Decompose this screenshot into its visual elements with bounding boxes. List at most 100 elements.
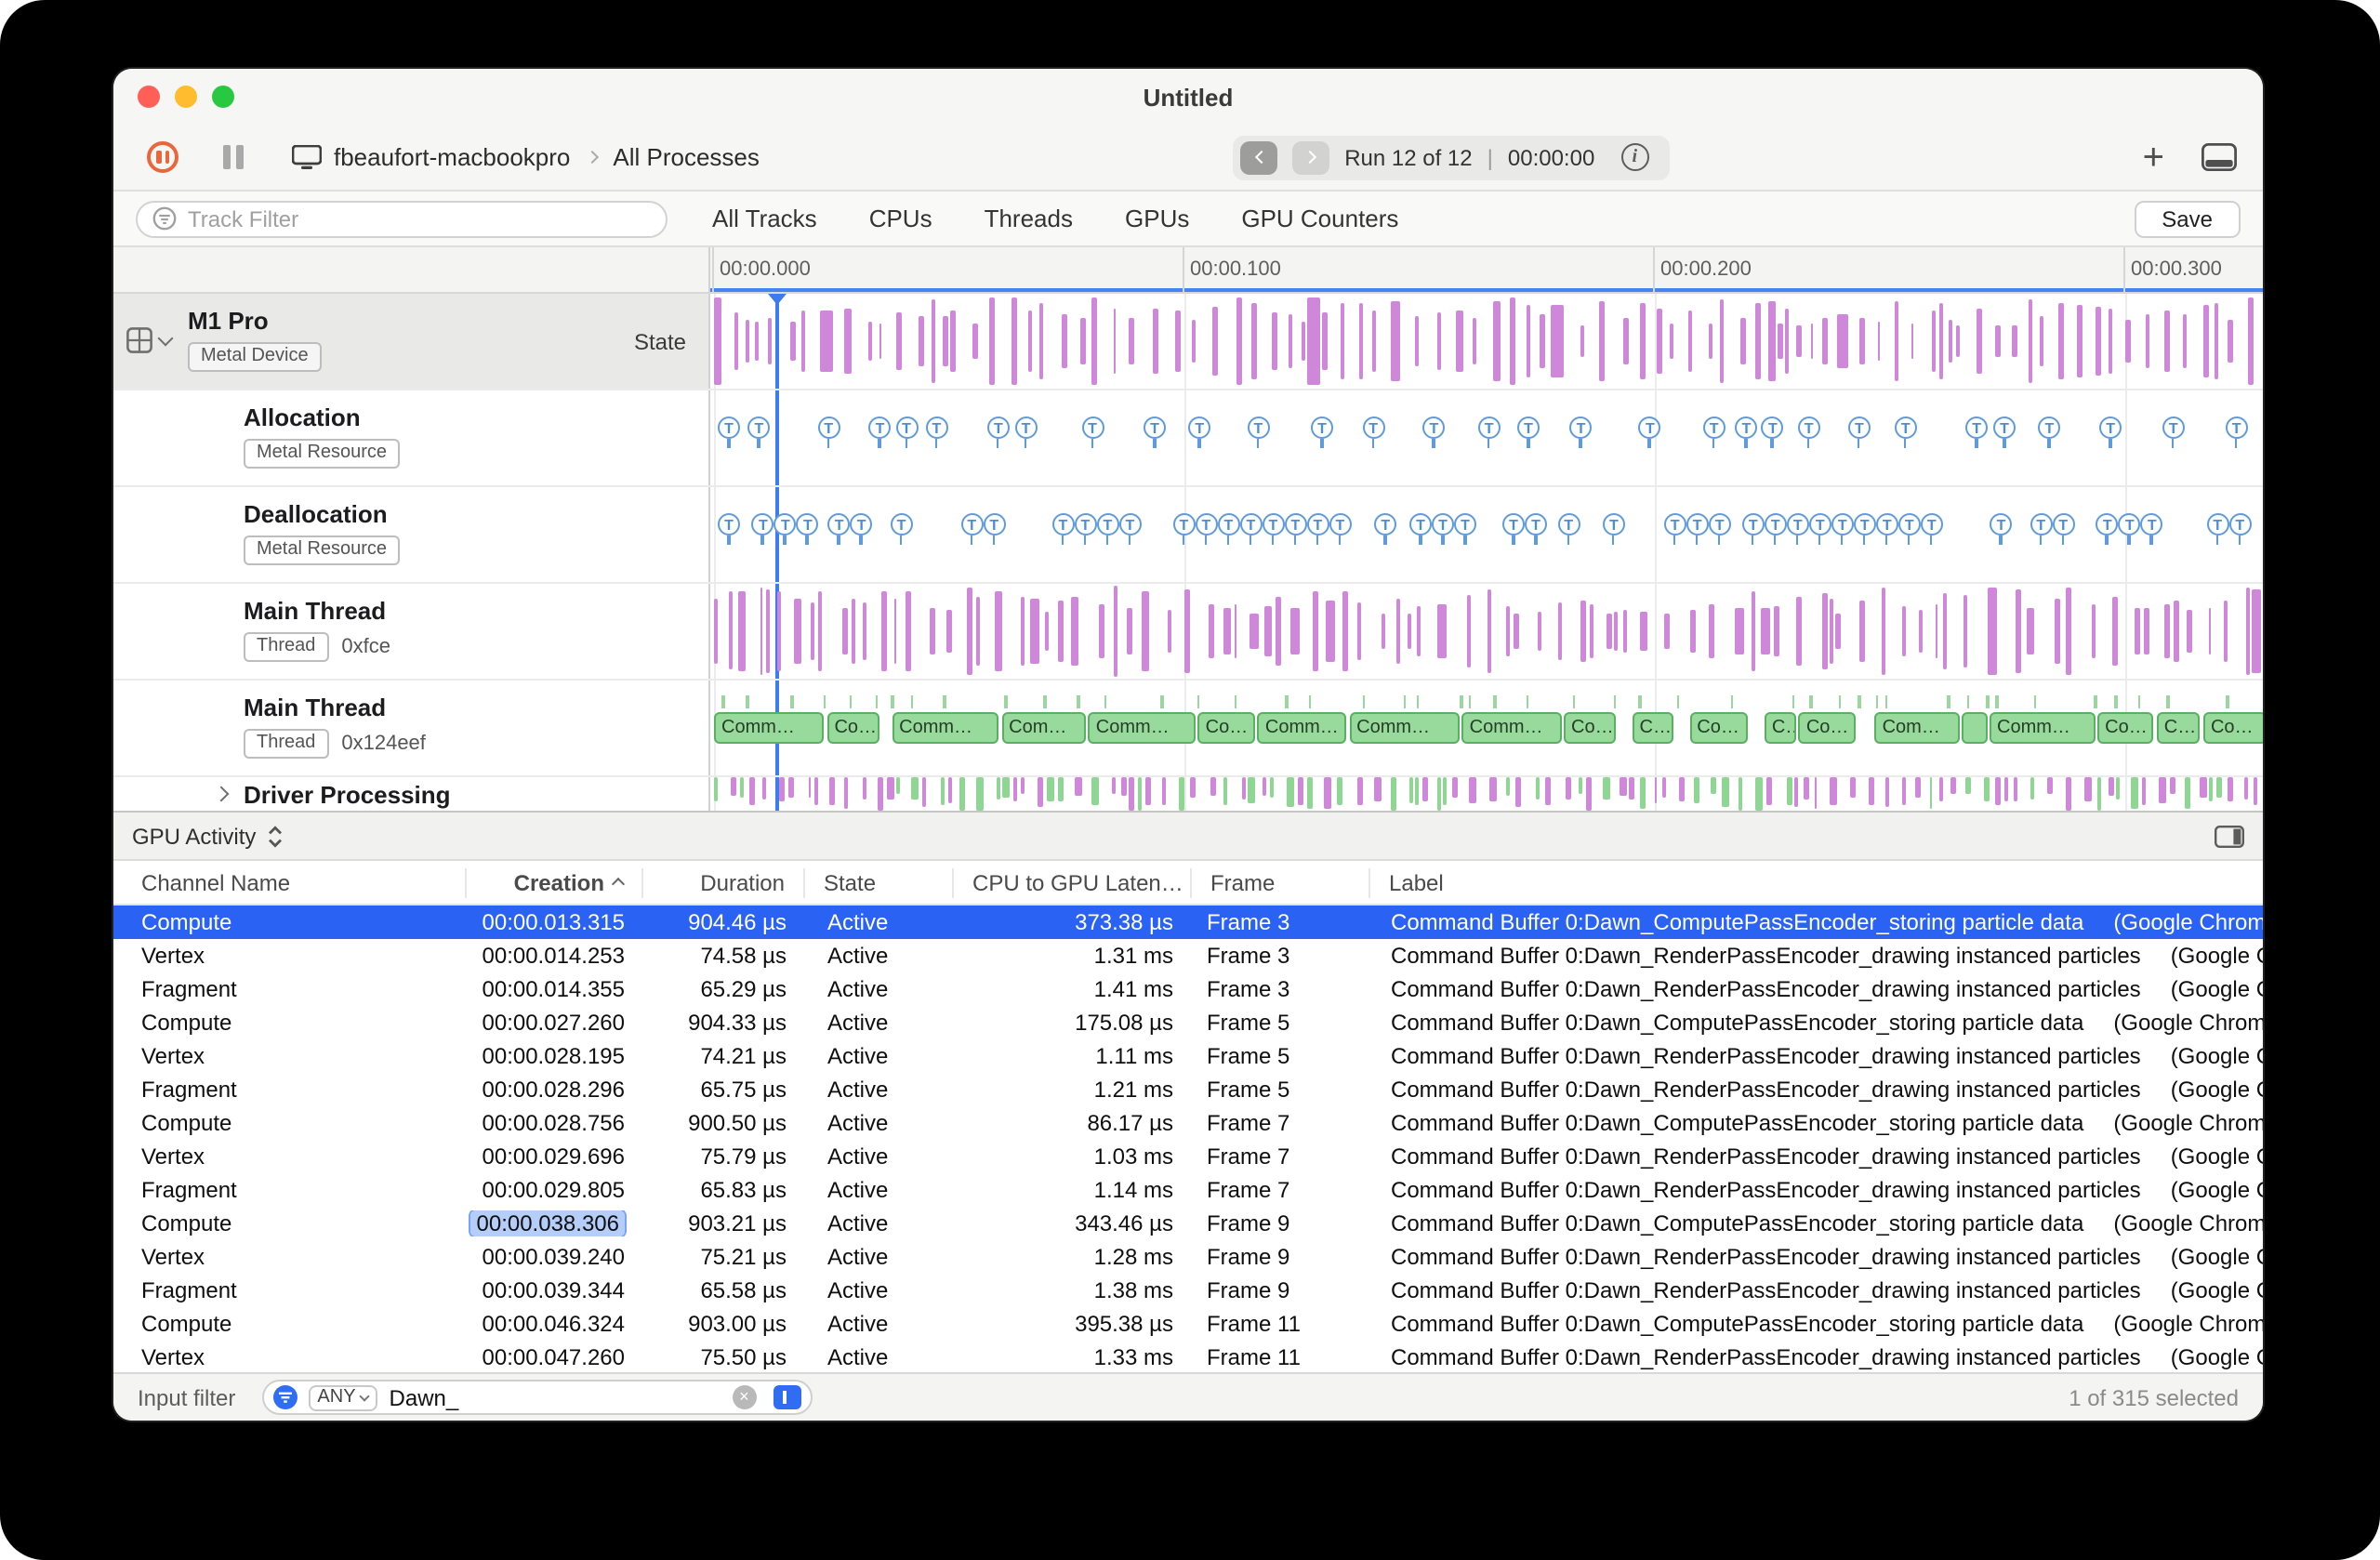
column-header-duration[interactable]: Duration [643, 867, 805, 897]
chevron-down-icon[interactable] [157, 330, 174, 347]
cell-channel-name: Vertex [141, 1244, 205, 1270]
track-canvas-m1-pro-state[interactable] [710, 294, 2263, 389]
t-marker: T [1557, 513, 1580, 545]
minimize-button[interactable] [175, 86, 197, 108]
table-row[interactable]: Fragment 00:00.029.805 65.83 µs Active 1… [113, 1173, 2263, 1207]
table-row[interactable]: Compute 00:00.046.324 903.00 µs Active 3… [113, 1307, 2263, 1341]
table-row[interactable]: Compute 00:00.027.260 904.33 µs Active 1… [113, 1006, 2263, 1039]
track-filter-input[interactable]: Track Filter [136, 200, 668, 237]
table-row[interactable]: Vertex 00:00.029.696 75.79 µs Active 1.0… [113, 1140, 2263, 1173]
event-bar [976, 777, 984, 811]
input-filter-field[interactable]: ANY Dawn_ × [261, 1380, 813, 1415]
event-bar [1286, 777, 1294, 808]
record-button[interactable] [147, 141, 178, 173]
column-header-frame[interactable]: Frame [1192, 867, 1370, 897]
event-bar [1153, 308, 1159, 375]
add-instrument-button[interactable]: + [2143, 139, 2164, 176]
chevron-right-icon[interactable] [213, 786, 230, 802]
event-bar [844, 777, 849, 810]
column-header-cpu-to-gpu-latency[interactable]: CPU to GPU Laten… [954, 867, 1192, 897]
tab-all-tracks[interactable]: All Tracks [712, 205, 817, 232]
cell-label: Command Buffer 0:Dawn_ComputePassEncoder… [1370, 1210, 2263, 1236]
green-tick [1468, 695, 1472, 708]
cell-frame: Frame 7 [1207, 1144, 1290, 1170]
event-bar [2066, 777, 2072, 811]
table-row[interactable]: Compute 00:00.038.306 903.21 µs Active 3… [113, 1207, 2263, 1240]
table-row[interactable]: Vertex 00:00.039.240 75.21 µs Active 1.2… [113, 1240, 2263, 1274]
event-bar [1711, 777, 1717, 795]
command-buffer-label: Command Buffer 0:Dawn_ComputePassEncoder… [1391, 909, 2084, 935]
event-bar [754, 321, 760, 362]
track-canvas-main-thread-0xfce[interactable] [710, 584, 2263, 679]
event-bar [1640, 611, 1648, 652]
interval-segment: C… [2156, 712, 2201, 744]
token-field-toggle[interactable] [773, 1385, 801, 1409]
event-bar [921, 777, 927, 807]
track-allocation[interactable]: Allocation Metal Resource TTTTTTTTTTTTTT… [113, 390, 2263, 487]
detail-view-selector[interactable]: GPU Activity [132, 823, 282, 849]
clear-filter-button[interactable]: × [732, 1385, 757, 1409]
tab-threads[interactable]: Threads [985, 205, 1073, 232]
right-pane-toggle-button[interactable] [2215, 825, 2244, 847]
table-row[interactable]: Fragment 00:00.028.296 65.75 µs Active 1… [113, 1073, 2263, 1106]
green-tick [1638, 695, 1642, 708]
table-row[interactable]: Compute 00:00.028.756 900.50 µs Active 8… [113, 1106, 2263, 1140]
track-driver-processing[interactable]: Driver Processing [113, 777, 2263, 811]
zoom-button[interactable] [212, 86, 234, 108]
column-header-state[interactable]: State [805, 867, 954, 897]
event-bar [1436, 311, 1441, 371]
track-canvas-allocation[interactable]: TTTTTTTTTTTTTTTTTTTTTTTTTTTTTTT [710, 390, 2263, 485]
event-bar [1264, 606, 1273, 656]
pause-button[interactable] [223, 145, 243, 169]
chevron-down-icon [359, 1390, 371, 1401]
column-header-label[interactable]: Label [1370, 867, 2263, 897]
event-bar [996, 777, 1000, 800]
track-canvas-deallocation[interactable]: TTTTTTTTTTTTTTTTTTTTTTTTTTTTTTTTTTTTTTTT… [710, 487, 2263, 582]
event-bar [1251, 302, 1257, 380]
close-button[interactable] [138, 86, 160, 108]
table-row[interactable]: Fragment 00:00.014.355 65.29 µs Active 1… [113, 972, 2263, 1006]
green-tick [1077, 695, 1080, 708]
active-filter-icon[interactable] [272, 1385, 298, 1409]
next-run-button[interactable] [1292, 140, 1330, 174]
command-buffer-label: Command Buffer 0:Dawn_RenderPassEncoder_… [1391, 1277, 2141, 1303]
track-m1-pro[interactable]: M1 Pro Metal Device State [113, 294, 2263, 390]
table-row[interactable]: Vertex 00:00.014.253 74.58 µs Active 1.3… [113, 939, 2263, 972]
filter-query-text[interactable]: Dawn_ [390, 1384, 721, 1410]
state-lane-label: State [633, 329, 686, 355]
match-mode-dropdown[interactable]: ANY [308, 1384, 378, 1410]
table-row[interactable]: Vertex 00:00.047.260 75.50 µs Active 1.3… [113, 1341, 2263, 1372]
table-row[interactable]: Compute 00:00.013.315 904.46 µs Active 3… [113, 906, 2263, 939]
timeline-ruler[interactable]: 00:00.000 00:00.100 00:00.200 00:00.300 [113, 247, 2263, 294]
track-main-thread-0x124eef[interactable]: Main Thread Thread 0x124eef Comm… Co… Comm… [113, 681, 2263, 777]
command-buffer-label: Command Buffer 0:Dawn_RenderPassEncoder_… [1391, 1043, 2141, 1069]
cell-creation: 00:00.039.240 [482, 1244, 626, 1270]
target-selector[interactable]: fbeaufort-macbookpro All Processes [291, 143, 760, 171]
cell-frame: Frame 11 [1207, 1311, 1301, 1337]
table-row[interactable]: Fragment 00:00.039.344 65.58 µs Active 1… [113, 1274, 2263, 1307]
save-button[interactable]: Save [2134, 200, 2241, 237]
column-header-creation[interactable]: Creation [467, 867, 643, 897]
table-row[interactable]: Vertex 00:00.028.195 74.21 µs Active 1.1… [113, 1039, 2263, 1073]
event-bar [1932, 311, 1937, 372]
cell-channel-name: Compute [141, 909, 232, 935]
t-marker: T [1602, 513, 1625, 545]
event-bar [1768, 300, 1776, 382]
column-header-channel-name[interactable]: Channel Name [113, 867, 467, 897]
track-deallocation[interactable]: Deallocation Metal Resource TTTTTTTTTTTT… [113, 487, 2263, 584]
tab-cpus[interactable]: CPUs [869, 205, 932, 232]
info-icon[interactable]: i [1620, 143, 1649, 171]
event-bar [1984, 777, 1990, 802]
track-main-thread-0xfce[interactable]: Main Thread Thread 0xfce [113, 584, 2263, 681]
event-bar [1269, 777, 1275, 798]
tab-gpu-counters[interactable]: GPU Counters [1241, 205, 1398, 232]
bottom-pane-toggle-button[interactable] [2202, 143, 2237, 171]
title-bar[interactable]: Untitled [113, 69, 2263, 125]
track-canvas-main-thread-0x124eef[interactable]: Comm… Co… Comm… Com… Comm… Co… Comm… Comm… Comm…… [710, 681, 2263, 775]
event-bar [1129, 777, 1135, 811]
tab-gpus[interactable]: GPUs [1125, 205, 1189, 232]
event-bar [1858, 317, 1865, 365]
track-canvas-driver-processing[interactable] [710, 777, 2263, 811]
previous-run-button[interactable] [1240, 140, 1278, 174]
event-bar [1020, 777, 1025, 795]
